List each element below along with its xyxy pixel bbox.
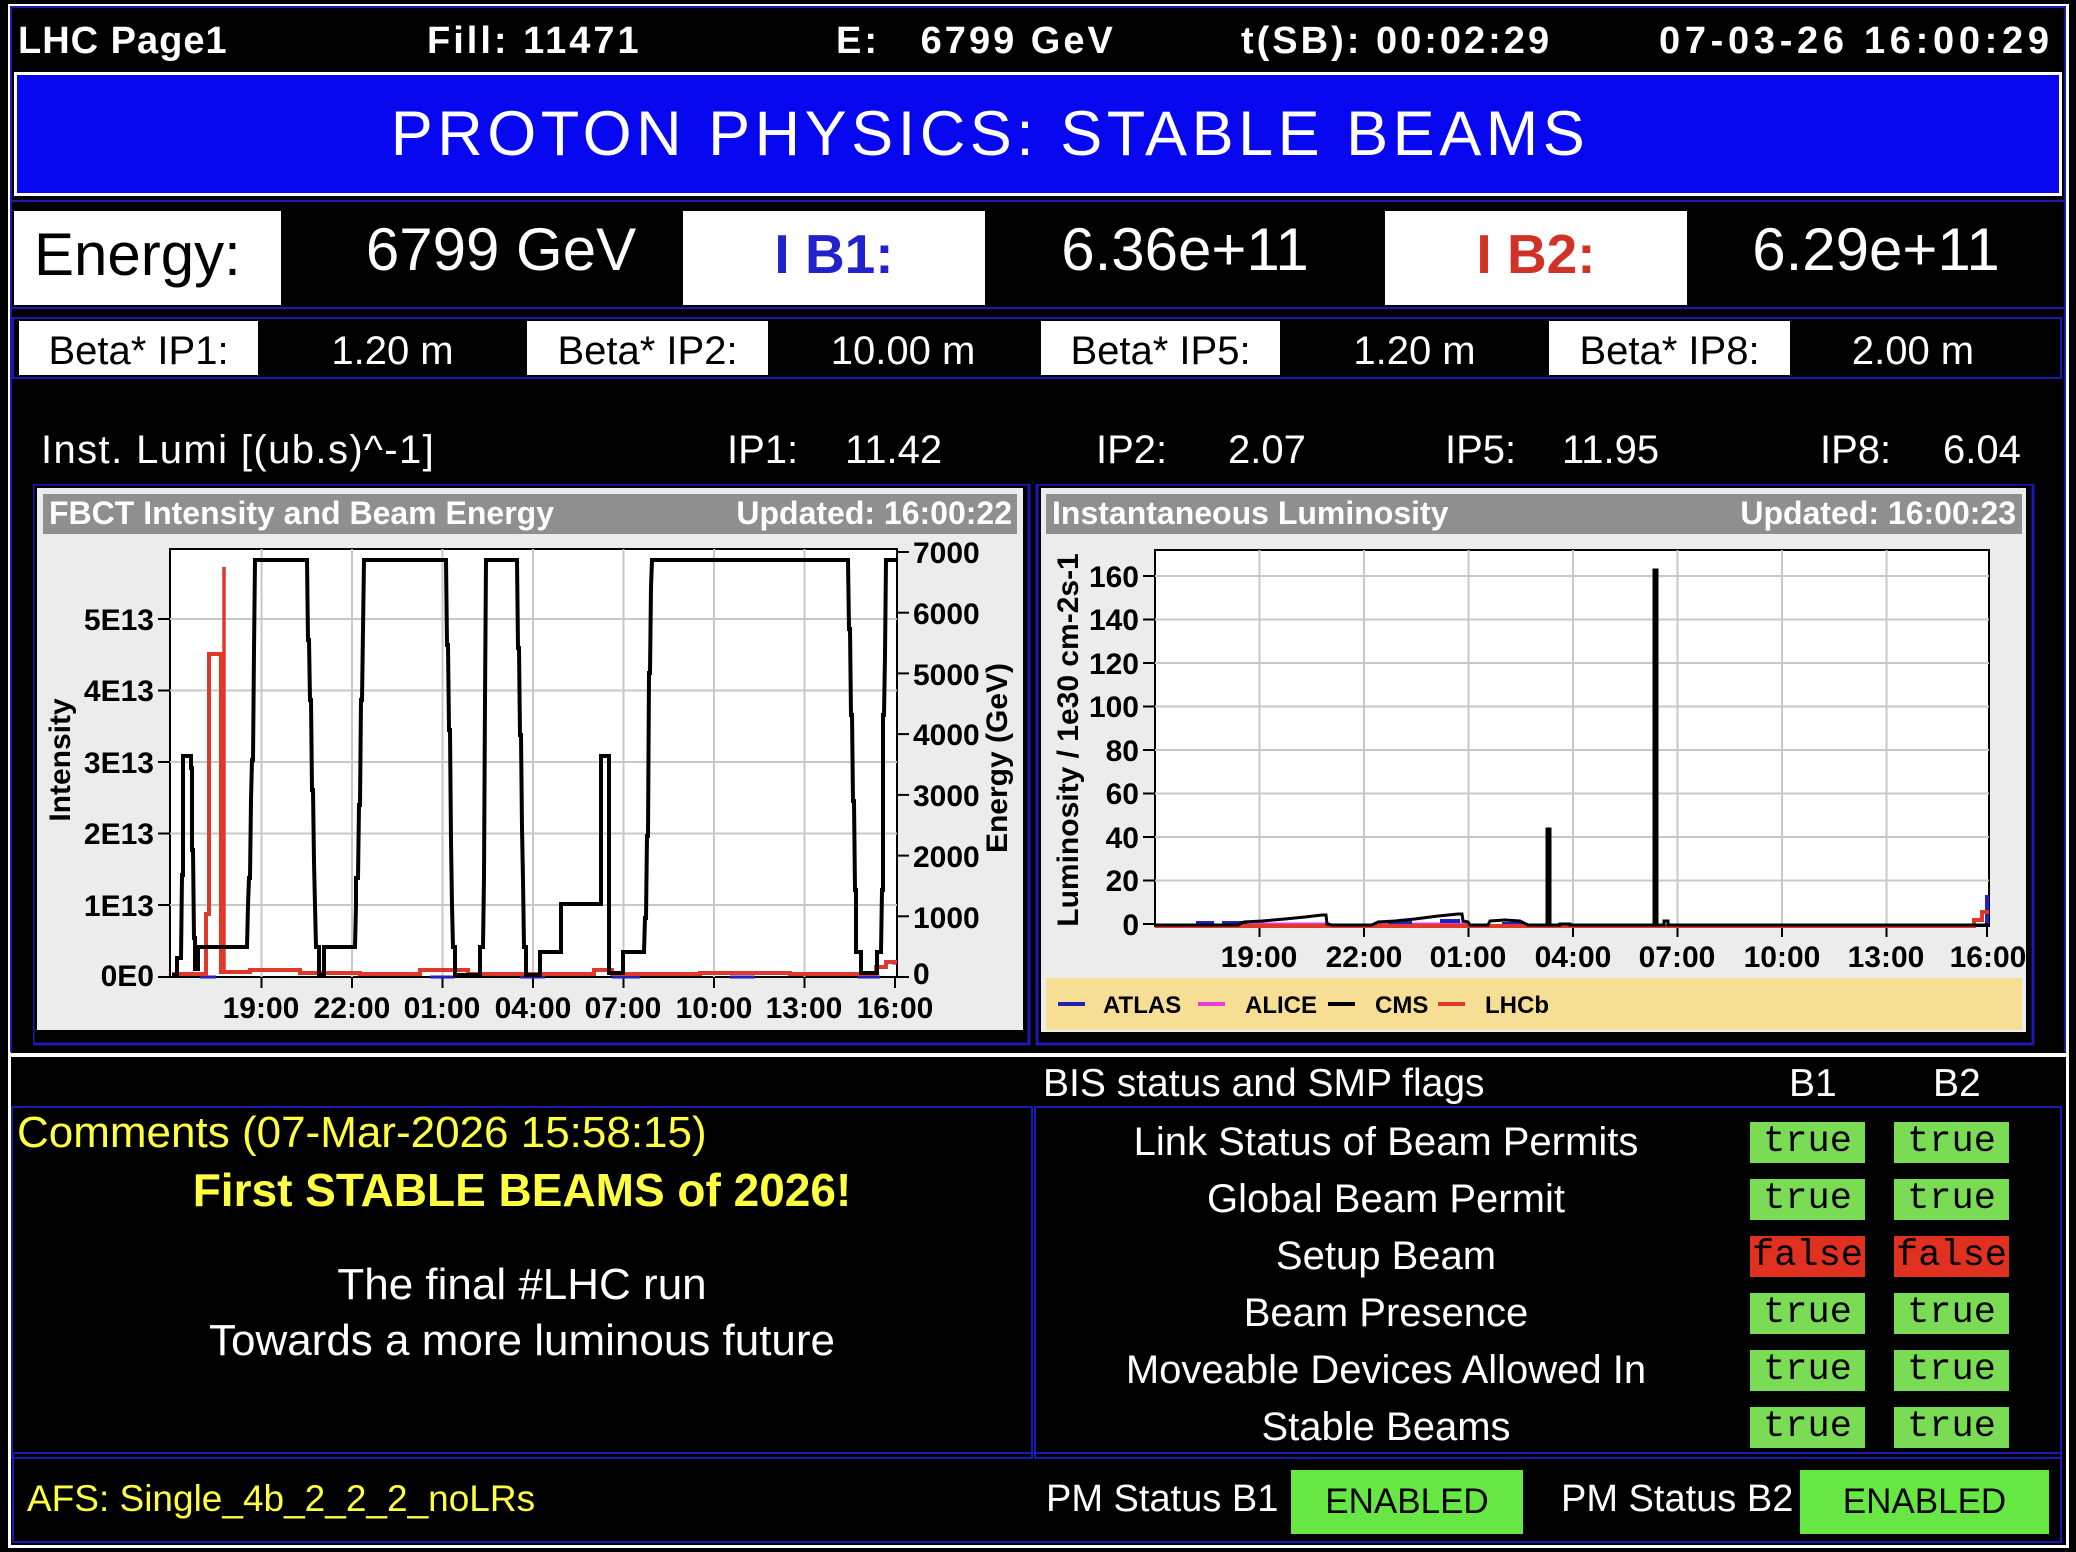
svg-text:CMS: CMS xyxy=(1375,992,1428,1019)
svg-text:07:00: 07:00 xyxy=(1639,941,1716,974)
svg-text:1000: 1000 xyxy=(913,902,980,935)
svg-text:19:00: 19:00 xyxy=(223,992,300,1025)
svg-text:3000: 3000 xyxy=(913,780,980,813)
svg-text:10:00: 10:00 xyxy=(676,992,753,1025)
svg-text:16:00: 16:00 xyxy=(857,992,934,1025)
svg-text:140: 140 xyxy=(1089,604,1139,637)
svg-text:80: 80 xyxy=(1106,735,1139,768)
svg-text:2E13: 2E13 xyxy=(84,818,154,851)
svg-text:19:00: 19:00 xyxy=(1221,941,1298,974)
svg-text:40: 40 xyxy=(1106,822,1139,855)
svg-text:2000: 2000 xyxy=(913,841,980,874)
svg-text:22:00: 22:00 xyxy=(1326,941,1403,974)
svg-text:160: 160 xyxy=(1089,561,1139,594)
svg-text:120: 120 xyxy=(1089,648,1139,681)
svg-text:Instantaneous Luminosity: Instantaneous Luminosity xyxy=(1052,495,1449,531)
svg-text:13:00: 13:00 xyxy=(766,992,843,1025)
svg-text:10:00: 10:00 xyxy=(1744,941,1821,974)
svg-text:4E13: 4E13 xyxy=(84,675,154,708)
svg-text:3E13: 3E13 xyxy=(84,747,154,780)
svg-text:60: 60 xyxy=(1106,778,1139,811)
svg-text:5E13: 5E13 xyxy=(84,604,154,637)
svg-text:LHCb: LHCb xyxy=(1485,992,1549,1019)
svg-text:7000: 7000 xyxy=(913,537,980,570)
svg-text:22:00: 22:00 xyxy=(314,992,391,1025)
svg-text:Updated: 16:00:23: Updated: 16:00:23 xyxy=(1740,495,2016,531)
svg-text:01:00: 01:00 xyxy=(1430,941,1507,974)
svg-text:07:00: 07:00 xyxy=(585,992,662,1025)
svg-text:Luminosity / 1e30 cm-2s-1: Luminosity / 1e30 cm-2s-1 xyxy=(1052,553,1085,926)
svg-text:0: 0 xyxy=(913,958,930,991)
svg-text:Intensity: Intensity xyxy=(44,698,77,822)
svg-text:Energy (GeV): Energy (GeV) xyxy=(981,663,1014,853)
svg-text:20: 20 xyxy=(1106,865,1139,898)
svg-text:Updated: 16:00:22: Updated: 16:00:22 xyxy=(736,495,1012,531)
svg-text:5000: 5000 xyxy=(913,659,980,692)
svg-text:ATLAS: ATLAS xyxy=(1103,992,1181,1019)
svg-text:4000: 4000 xyxy=(913,719,980,752)
svg-text:6000: 6000 xyxy=(913,598,980,631)
svg-text:100: 100 xyxy=(1089,691,1139,724)
svg-text:FBCT Intensity and Beam Energy: FBCT Intensity and Beam Energy xyxy=(49,495,554,531)
svg-text:1E13: 1E13 xyxy=(84,890,154,923)
svg-text:ALICE: ALICE xyxy=(1245,992,1317,1019)
svg-text:04:00: 04:00 xyxy=(495,992,572,1025)
svg-text:04:00: 04:00 xyxy=(1535,941,1612,974)
svg-text:01:00: 01:00 xyxy=(404,992,481,1025)
svg-text:16:00: 16:00 xyxy=(1950,941,2027,974)
svg-text:0: 0 xyxy=(1122,909,1139,942)
svg-text:13:00: 13:00 xyxy=(1848,941,1925,974)
svg-text:0E0: 0E0 xyxy=(101,960,154,993)
